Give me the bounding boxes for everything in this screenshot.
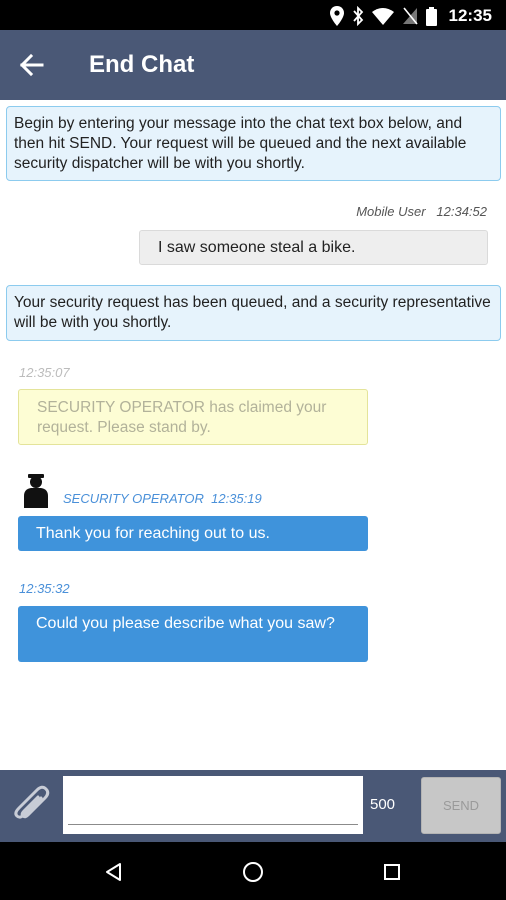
- operator-avatar-icon: [24, 474, 48, 508]
- battery-icon: [425, 6, 437, 26]
- bluetooth-icon: [352, 6, 363, 26]
- nav-recents-button[interactable]: [380, 860, 404, 884]
- system-timestamp: 12:35:07: [19, 365, 70, 380]
- intro-message: Begin by entering your message into the …: [6, 106, 501, 181]
- operator-name: SECURITY OPERATOR: [63, 490, 204, 506]
- input-underline: [68, 824, 358, 825]
- operator-meta: SECURITY OPERATOR 12:35:19: [63, 491, 262, 506]
- operator-header: SECURITY OPERATOR 12:35:19: [18, 472, 262, 508]
- paperclip-icon: [14, 785, 50, 819]
- operator-message-bubble-1: Thank you for reaching out to us.: [18, 516, 368, 551]
- user-message-meta: Mobile User 12:34:52: [356, 204, 487, 219]
- app-bar: End Chat: [0, 30, 506, 100]
- arrow-left-icon: [19, 53, 44, 77]
- send-button[interactable]: SEND: [421, 777, 501, 834]
- recents-square-icon: [384, 864, 400, 880]
- system-message-bubble: SECURITY OPERATOR has claimed your reque…: [18, 389, 368, 445]
- message-input[interactable]: [63, 776, 363, 834]
- back-triangle-icon: [106, 863, 121, 881]
- user-sender: Mobile User: [356, 204, 426, 219]
- user-time: 12:34:52: [436, 204, 487, 219]
- status-bar: 12:35: [0, 0, 506, 30]
- nav-back-button[interactable]: [102, 860, 126, 884]
- message-composer: 500 SEND: [0, 770, 506, 842]
- attach-button[interactable]: [11, 784, 53, 828]
- chat-area[interactable]: Begin by entering your message into the …: [0, 100, 506, 770]
- status-time: 12:35: [448, 6, 492, 25]
- no-sim-icon: [402, 7, 418, 25]
- back-button[interactable]: [18, 51, 48, 79]
- status-icons: 12:35: [329, 5, 492, 27]
- user-message-bubble: I saw someone steal a bike.: [139, 230, 488, 265]
- operator-time-1: 12:35:19: [211, 490, 262, 506]
- operator-message-bubble-2: Could you please describe what you saw?: [18, 606, 368, 662]
- queued-notice: Your security request has been queued, a…: [6, 285, 501, 341]
- wifi-icon: [371, 8, 394, 25]
- nav-home-button[interactable]: [241, 860, 265, 884]
- char-count: 500: [370, 796, 396, 813]
- page-title[interactable]: End Chat: [89, 51, 194, 79]
- navigation-bar: [0, 842, 506, 900]
- operator-timestamp-2: 12:35:32: [19, 581, 70, 596]
- home-circle-icon: [243, 862, 263, 882]
- location-icon: [329, 6, 344, 26]
